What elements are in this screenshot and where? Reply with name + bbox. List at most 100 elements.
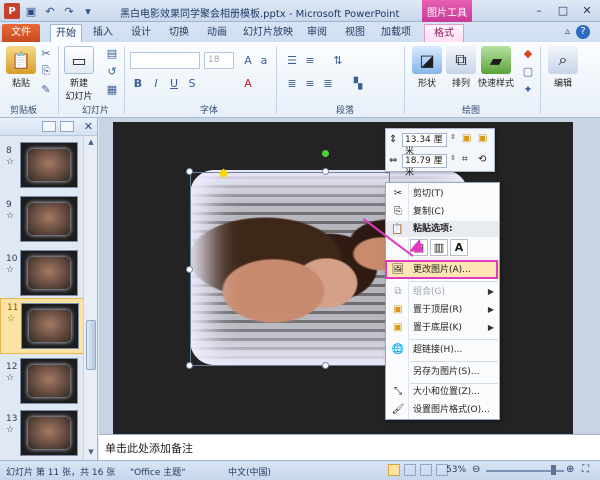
numbering-icon[interactable]: ≡ bbox=[302, 53, 318, 67]
rotate-icon[interactable]: ⟲ bbox=[478, 154, 486, 165]
reset-icon[interactable]: ↺ bbox=[104, 64, 120, 78]
resize-handle[interactable] bbox=[322, 168, 329, 175]
resize-handle[interactable] bbox=[322, 362, 329, 369]
resize-handle[interactable] bbox=[186, 168, 193, 175]
shape-fill-icon[interactable]: ◆ bbox=[520, 46, 536, 60]
outline-tab[interactable] bbox=[60, 121, 74, 132]
tab-view[interactable]: 视图 bbox=[340, 24, 370, 42]
slide-thumbnail[interactable]: 8 ☆ bbox=[0, 142, 84, 196]
redo-icon[interactable]: ↷ bbox=[61, 3, 77, 19]
send-backward-icon[interactable]: ▣ bbox=[478, 133, 487, 144]
slide-sorter-icon[interactable] bbox=[404, 464, 416, 476]
font-name-combo[interactable] bbox=[130, 52, 200, 69]
slide-thumbnail[interactable]: 10 ☆ bbox=[0, 250, 84, 304]
help-icon[interactable]: ? bbox=[576, 25, 590, 39]
tab-insert[interactable]: 插入 bbox=[88, 24, 118, 42]
menu-item-copy[interactable]: ⎘ 复制(C) bbox=[386, 203, 499, 221]
align-center-icon[interactable]: ≡ bbox=[302, 76, 318, 90]
width-field[interactable]: 18.79 厘米 bbox=[402, 154, 447, 178]
shape-effects-icon[interactable]: ✦ bbox=[520, 82, 536, 96]
smartart-icon[interactable]: ▚ bbox=[350, 76, 366, 90]
menu-item-format-picture[interactable]: 🖌 设置图片格式(O)... bbox=[386, 401, 499, 419]
height-field[interactable]: 13.34 厘米 bbox=[402, 133, 447, 157]
tab-file[interactable]: 文件 bbox=[2, 24, 40, 42]
powerpoint-app-icon[interactable]: P bbox=[4, 3, 20, 19]
scroll-up-icon[interactable]: ▲ bbox=[86, 138, 96, 148]
font-size-combo[interactable]: 18 bbox=[204, 52, 234, 69]
customize-qat-icon[interactable]: ▾ bbox=[80, 3, 96, 19]
theme-name[interactable]: "Office 主题" bbox=[130, 465, 185, 478]
align-left-icon[interactable]: ≣ bbox=[284, 76, 300, 90]
copy-icon[interactable]: ⎘ bbox=[38, 64, 54, 78]
bring-forward-icon[interactable]: ▣ bbox=[462, 133, 471, 144]
tab-format[interactable]: 格式 bbox=[424, 24, 464, 42]
menu-item-save-as-picture[interactable]: 另存为图片(S)... bbox=[386, 363, 499, 381]
reading-view-icon[interactable] bbox=[420, 464, 432, 476]
menu-item-cut[interactable]: ✂ 剪切(T) bbox=[386, 185, 499, 203]
paste-button[interactable]: 📋 粘贴 bbox=[6, 46, 36, 89]
slide-thumbnail-selected[interactable]: 11 ☆ bbox=[0, 298, 84, 354]
tab-transitions[interactable]: 切换 bbox=[164, 24, 194, 42]
menu-item-size-position[interactable]: ⤡ 大小和位置(Z)... bbox=[386, 383, 499, 401]
normal-view-icon[interactable] bbox=[388, 464, 400, 476]
quick-styles-button[interactable]: ▰ 快速样式 bbox=[478, 46, 514, 89]
tab-addins[interactable]: 加载项 bbox=[378, 24, 414, 42]
zoom-level[interactable]: 53% bbox=[446, 465, 466, 475]
shape-outline-icon[interactable]: ▢ bbox=[520, 64, 536, 78]
minimize-ribbon-icon[interactable]: ▵ bbox=[565, 26, 570, 37]
zoom-out-icon[interactable]: ⊖ bbox=[472, 464, 480, 475]
tab-animations[interactable]: 动画 bbox=[202, 24, 232, 42]
menu-item-send-to-back[interactable]: ▣ 置于底层(K) ▶ bbox=[386, 319, 499, 337]
text-direction-icon[interactable]: ⇅ bbox=[330, 53, 346, 67]
tab-home[interactable]: 开始 bbox=[50, 24, 82, 42]
fit-to-window-icon[interactable]: ⛶ bbox=[582, 464, 589, 475]
close-panel-icon[interactable]: ✕ bbox=[84, 120, 93, 133]
cut-icon[interactable]: ✂ bbox=[38, 46, 54, 60]
paste-text-only-icon[interactable]: A bbox=[450, 239, 468, 256]
section-icon[interactable]: ▦ bbox=[104, 82, 120, 96]
close-icon[interactable]: ✕ bbox=[576, 2, 598, 18]
editing-button[interactable]: ⌕ 编辑 bbox=[548, 46, 578, 89]
slide-thumbnail[interactable]: 12 ☆ bbox=[0, 358, 84, 412]
new-slide-button[interactable]: ▭ 新建 幻灯片 bbox=[64, 46, 94, 102]
minimize-icon[interactable]: – bbox=[528, 2, 550, 18]
spinner-icon[interactable]: ⇳ bbox=[450, 133, 456, 141]
tab-review[interactable]: 审阅 bbox=[302, 24, 332, 42]
font-color-icon[interactable]: A bbox=[240, 76, 256, 90]
tab-design[interactable]: 设计 bbox=[126, 24, 156, 42]
save-icon[interactable]: ▣ bbox=[23, 3, 39, 19]
zoom-slider-thumb[interactable] bbox=[551, 465, 556, 475]
menu-item-hyperlink[interactable]: 🌐 超链接(H)... bbox=[386, 341, 499, 359]
notes-pane[interactable]: 单击此处添加备注 bbox=[99, 434, 600, 460]
tab-slideshow[interactable]: 幻灯片放映 bbox=[240, 24, 296, 42]
slide-thumbnail[interactable]: 13 ☆ bbox=[0, 410, 84, 464]
shapes-button[interactable]: ◪ 形状 bbox=[412, 46, 442, 89]
maximize-icon[interactable]: □ bbox=[552, 2, 574, 18]
arrange-button[interactable]: ⧉ 排列 bbox=[446, 46, 476, 89]
layout-icon[interactable]: ▤ bbox=[104, 46, 120, 60]
resize-handle[interactable] bbox=[186, 362, 193, 369]
panel-scrollbar[interactable]: ▲ ▼ bbox=[83, 136, 97, 460]
spinner-icon[interactable]: ⇳ bbox=[450, 154, 456, 162]
menu-item-bring-to-front[interactable]: ▣ 置于顶层(R) ▶ bbox=[386, 301, 499, 319]
italic-icon[interactable]: I bbox=[148, 76, 164, 90]
align-right-icon[interactable]: ≣ bbox=[320, 76, 336, 90]
slide-thumbnail[interactable]: 9 ☆ bbox=[0, 196, 84, 250]
scroll-thumb[interactable] bbox=[86, 320, 96, 370]
undo-icon[interactable]: ↶ bbox=[42, 3, 58, 19]
rotate-handle[interactable] bbox=[322, 150, 329, 157]
slides-tab[interactable] bbox=[42, 121, 56, 132]
crop-icon[interactable]: ⌗ bbox=[462, 154, 468, 165]
scroll-down-icon[interactable]: ▼ bbox=[86, 448, 96, 458]
bold-icon[interactable]: B bbox=[130, 76, 146, 90]
bullets-icon[interactable]: ☰ bbox=[284, 53, 300, 67]
language-indicator[interactable]: 中文(中国) bbox=[228, 465, 271, 478]
format-painter-icon[interactable]: ✎ bbox=[38, 82, 54, 96]
grow-font-icon[interactable]: A bbox=[240, 53, 256, 67]
underline-icon[interactable]: U bbox=[166, 76, 182, 90]
resize-handle[interactable] bbox=[186, 266, 193, 273]
shadow-icon[interactable]: S bbox=[184, 76, 200, 90]
shrink-font-icon[interactable]: a bbox=[256, 53, 272, 67]
paste-picture-icon[interactable]: ▥ bbox=[430, 239, 448, 256]
zoom-in-icon[interactable]: ⊕ bbox=[566, 464, 574, 475]
